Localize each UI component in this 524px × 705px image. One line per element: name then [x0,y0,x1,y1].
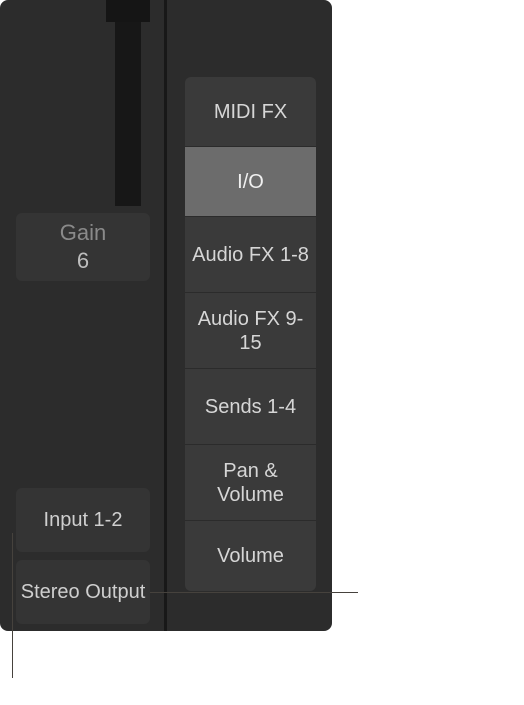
meter-body [115,22,141,206]
input-slot[interactable]: Input 1-2 [16,488,150,552]
gain-label: Gain [60,220,106,246]
channel-strip: Gain 6 Input 1-2 Stereo Output [0,0,164,631]
menu-item[interactable]: I/O [185,147,316,217]
level-meter [106,0,150,206]
menu-item[interactable]: Audio FX 1-8 [185,217,316,293]
menu-item[interactable]: MIDI FX [185,77,316,147]
column-divider [164,0,167,631]
gain-value: 6 [77,248,89,274]
menu-item[interactable]: Audio FX 9-15 [185,293,316,369]
meter-clip-indicator [106,0,150,22]
channel-strip-section-menu: MIDI FXI/OAudio FX 1-8Audio FX 9-15Sends… [185,77,316,591]
output-slot[interactable]: Stereo Output [16,560,150,624]
input-slot-label: Input 1-2 [44,509,123,532]
menu-item[interactable]: Pan & Volume [185,445,316,521]
mixer-panel: Gain 6 Input 1-2 Stereo Output MIDI FXI/… [0,0,332,631]
callout-line [150,592,358,593]
output-slot-label: Stereo Output [21,581,146,604]
menu-item[interactable]: Volume [185,521,316,591]
gain-display[interactable]: Gain 6 [16,213,150,281]
menu-item[interactable]: Sends 1-4 [185,369,316,445]
callout-line [12,533,13,678]
